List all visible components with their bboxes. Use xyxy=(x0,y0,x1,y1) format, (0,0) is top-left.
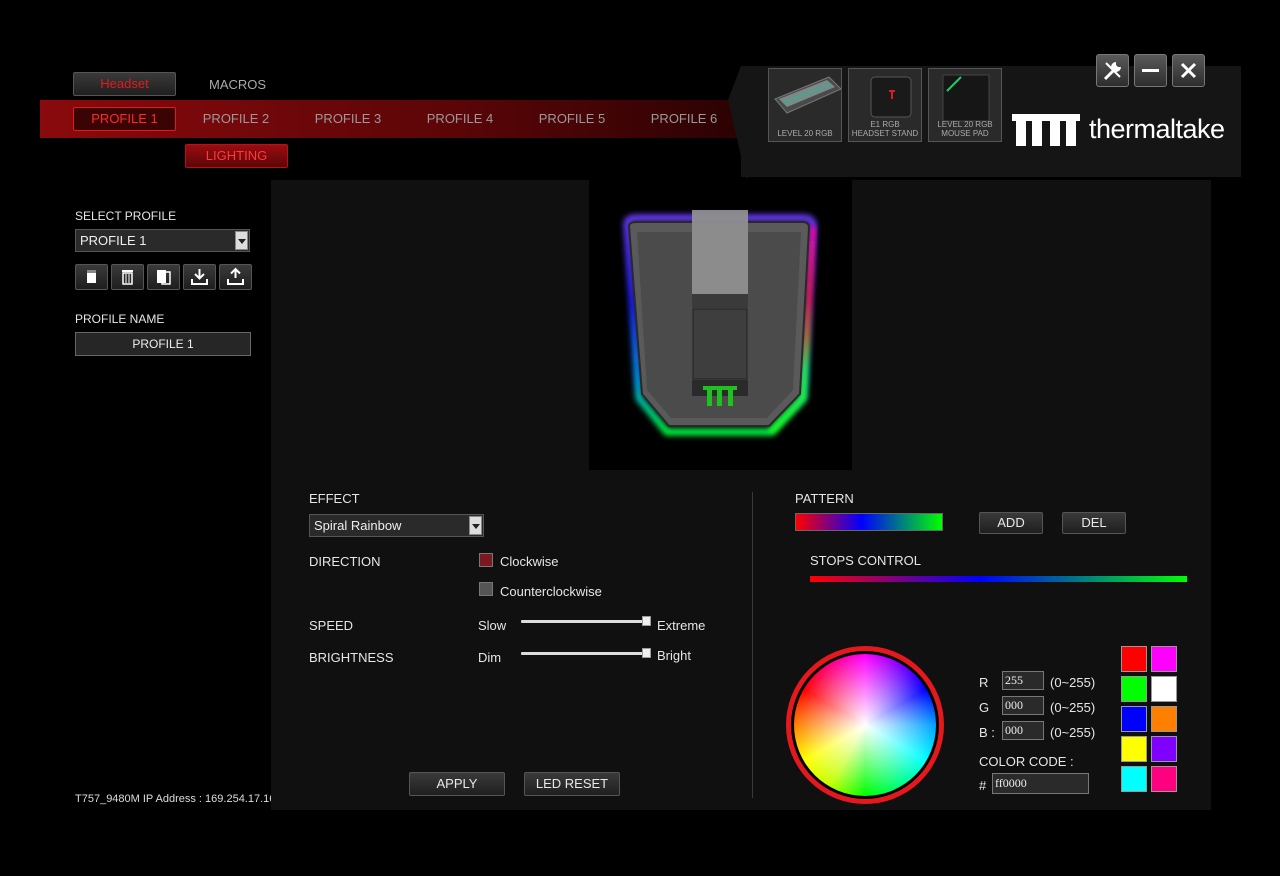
r-input[interactable]: 255 xyxy=(1002,671,1044,690)
device-preview xyxy=(589,180,852,470)
brand-name: thermaltake xyxy=(1089,114,1225,144)
b-range: (0~255) xyxy=(1050,725,1096,740)
device-caption: LEVEL 20 RGB xyxy=(777,129,833,138)
device-bar-edge xyxy=(728,66,748,178)
brightness-slider-track[interactable] xyxy=(521,652,651,655)
pattern-label: PATTERN xyxy=(795,491,854,506)
headset-stand-preview-icon xyxy=(623,210,817,436)
new-profile-icon xyxy=(87,270,96,283)
brightness-label: BRIGHTNESS xyxy=(309,650,394,665)
new-profile-button[interactable] xyxy=(75,264,108,290)
g-label: G xyxy=(979,700,990,715)
b-label: B : xyxy=(979,725,995,740)
thermaltake-logo-icon xyxy=(1012,114,1080,146)
settings-button[interactable] xyxy=(1096,54,1129,87)
brightness-max-label: Bright xyxy=(657,648,691,663)
color-wheel[interactable] xyxy=(786,646,944,804)
select-profile-label: SELECT PROFILE xyxy=(75,209,177,223)
direction-label: DIRECTION xyxy=(309,554,381,569)
r-range: (0~255) xyxy=(1050,675,1096,690)
g-input[interactable]: 000 xyxy=(1002,696,1044,715)
delete-profile-button[interactable] xyxy=(111,264,144,290)
pattern-gradient[interactable] xyxy=(795,513,943,531)
import-profile-button[interactable] xyxy=(183,264,216,290)
divider xyxy=(752,492,753,798)
close-icon xyxy=(1180,62,1197,79)
counterclockwise-label: Counterclockwise xyxy=(500,584,602,599)
profile-tab-2[interactable]: PROFILE 2 xyxy=(186,108,286,130)
profile-name-field[interactable]: PROFILE 1 xyxy=(75,332,251,356)
chevron-down-icon xyxy=(469,516,482,535)
device-mouse-pad[interactable]: LEVEL 20 RGB MOUSE PAD xyxy=(928,68,1002,142)
status-text: T757_9480M IP Address : 169.254.17.164 xyxy=(75,793,271,805)
color-swatch[interactable] xyxy=(1121,736,1147,762)
device-caption: LEVEL 20 RGB MOUSE PAD xyxy=(937,120,993,138)
profile-select-value: PROFILE 1 xyxy=(80,233,147,248)
effect-select-value: Spiral Rainbow xyxy=(314,518,402,533)
color-swatch[interactable] xyxy=(1121,646,1147,672)
color-swatch[interactable] xyxy=(1121,676,1147,702)
close-button[interactable] xyxy=(1172,54,1205,87)
hash-label: # xyxy=(979,778,987,793)
profile-tab-3[interactable]: PROFILE 3 xyxy=(298,108,398,130)
effect-select[interactable]: Spiral Rainbow xyxy=(309,514,484,537)
speed-min-label: Slow xyxy=(478,618,507,633)
add-stop-button[interactable]: ADD xyxy=(979,512,1043,534)
color-swatch[interactable] xyxy=(1151,646,1177,672)
speed-max-label: Extreme xyxy=(657,618,706,633)
export-icon xyxy=(227,267,244,285)
minimize-button[interactable] xyxy=(1134,54,1167,87)
keyboard-icon xyxy=(774,76,841,114)
export-profile-button[interactable] xyxy=(219,264,252,290)
g-range: (0~255) xyxy=(1050,700,1096,715)
profile-tab-4[interactable]: PROFILE 4 xyxy=(410,108,510,130)
tab-macros[interactable]: MACROS xyxy=(209,77,266,92)
speed-slider-knob[interactable] xyxy=(642,616,651,626)
color-swatch[interactable] xyxy=(1151,676,1177,702)
chevron-down-icon xyxy=(235,231,248,250)
delete-stop-button[interactable]: DEL xyxy=(1062,512,1126,534)
stops-control-bar[interactable] xyxy=(810,576,1187,582)
tab-headset[interactable]: Headset xyxy=(73,72,176,96)
color-swatch[interactable] xyxy=(1151,766,1177,792)
color-swatch[interactable] xyxy=(1121,706,1147,732)
apply-button[interactable]: APPLY xyxy=(409,772,505,796)
counterclockwise-checkbox[interactable] xyxy=(479,582,493,596)
color-swatch[interactable] xyxy=(1151,706,1177,732)
color-wheel-disc xyxy=(794,654,936,796)
effect-label: EFFECT xyxy=(309,491,360,506)
profile-name-label: PROFILE NAME xyxy=(75,312,165,326)
device-headset-stand[interactable]: E1 RGB HEADSET STAND xyxy=(848,68,922,142)
copy-profile-button[interactable] xyxy=(147,264,180,290)
clockwise-checkbox[interactable] xyxy=(479,553,493,567)
stops-control-label: STOPS CONTROL xyxy=(810,553,922,568)
profile-tab-1[interactable]: PROFILE 1 xyxy=(73,107,176,131)
brightness-slider-knob[interactable] xyxy=(642,648,651,658)
brightness-min-label: Dim xyxy=(478,650,502,665)
led-reset-button[interactable]: LED RESET xyxy=(524,772,620,796)
tab-lighting[interactable]: LIGHTING xyxy=(185,144,288,168)
color-swatch[interactable] xyxy=(1121,766,1147,792)
r-label: R xyxy=(979,675,989,690)
b-input[interactable]: 000 xyxy=(1002,721,1044,740)
profile-select[interactable]: PROFILE 1 xyxy=(75,229,250,252)
speed-label: SPEED xyxy=(309,618,354,633)
device-keyboard[interactable]: LEVEL 20 RGB xyxy=(768,68,842,142)
import-icon xyxy=(191,269,208,285)
device-caption: E1 RGB HEADSET STAND xyxy=(851,120,919,138)
profile-tab-5[interactable]: PROFILE 5 xyxy=(522,108,622,130)
profile-tab-6[interactable]: PROFILE 6 xyxy=(634,108,734,130)
minimize-icon xyxy=(1142,69,1159,72)
color-swatch[interactable] xyxy=(1151,736,1177,762)
color-code-label: COLOR CODE : xyxy=(979,754,1074,769)
copy-icon xyxy=(157,270,171,285)
trash-icon xyxy=(122,270,133,285)
clockwise-label: Clockwise xyxy=(500,554,559,569)
settings-icon xyxy=(1103,62,1121,81)
speed-slider-track[interactable] xyxy=(521,620,651,623)
color-code-input[interactable]: ff0000 xyxy=(992,773,1089,794)
